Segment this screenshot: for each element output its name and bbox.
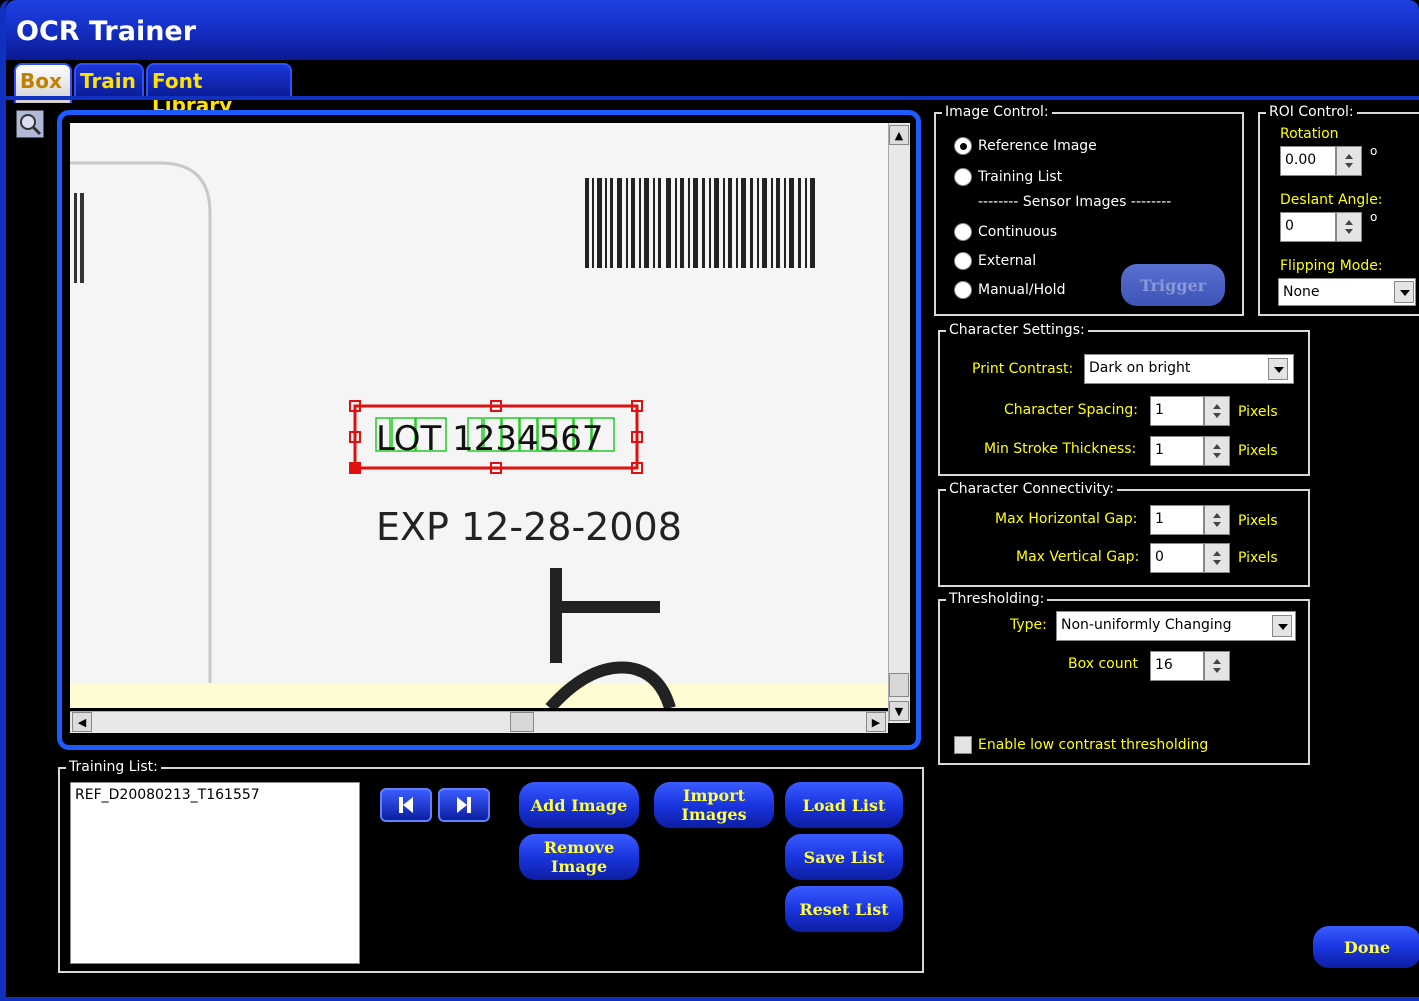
print-contrast-label: Print Contrast:: [972, 361, 1074, 377]
external-label: External: [978, 253, 1037, 269]
box-count-spinner[interactable]: [1204, 651, 1230, 681]
character-spacing-spinner[interactable]: [1204, 396, 1230, 426]
image-viewer: LOT 1234567 EXP 12-28-2008 ▲ ▼ ◀ ▶: [57, 110, 921, 750]
image-control-group: Image Control: Reference Image Training …: [934, 104, 1244, 316]
character-spacing-input[interactable]: 1: [1150, 396, 1204, 426]
max-vertical-gap-input[interactable]: 0: [1150, 543, 1204, 573]
horizontal-scroll-thumb[interactable]: [510, 712, 534, 732]
radio-training-list[interactable]: [954, 168, 972, 186]
box-count-label: Box count: [1068, 656, 1138, 672]
skip-forward-icon: [457, 797, 471, 813]
image-canvas-svg: LOT 1234567 EXP 12-28-2008: [70, 123, 888, 708]
deslant-spinner[interactable]: [1336, 212, 1362, 242]
deslant-degree-symbol: o: [1370, 210, 1378, 224]
flipping-label: Flipping Mode:: [1280, 258, 1383, 274]
magnifier-icon[interactable]: [16, 110, 44, 138]
box-count-input[interactable]: 16: [1150, 651, 1204, 681]
max-horizontal-gap-spinner[interactable]: [1204, 505, 1230, 535]
training-list-box[interactable]: REF_D20080213_T161557: [70, 782, 360, 964]
ocr-trainer-window: OCR Trainer Box Train Font Library LOT 1…: [0, 0, 1419, 1001]
vertical-scroll-thumb[interactable]: [889, 673, 909, 697]
character-spacing-label: Character Spacing:: [1004, 402, 1138, 418]
max-horizontal-gap-label: Max Horizontal Gap:: [995, 511, 1138, 527]
max-horizontal-gap-input[interactable]: 1: [1150, 505, 1204, 535]
character-settings-legend: Character Settings:: [946, 322, 1088, 338]
first-image-button[interactable]: [380, 788, 432, 822]
tab-train[interactable]: Train: [74, 63, 144, 99]
character-connectivity-group: Character Connectivity: Max Horizontal G…: [938, 481, 1310, 587]
print-contrast-dropdown-icon[interactable]: [1268, 358, 1288, 380]
min-stroke-input[interactable]: 1: [1150, 436, 1204, 466]
window-title: OCR Trainer: [16, 16, 197, 47]
low-contrast-checkbox[interactable]: [954, 736, 972, 754]
training-list-legend: Training List:: [66, 759, 161, 775]
vertical-scrollbar[interactable]: ▲ ▼: [888, 123, 910, 723]
vgap-units: Pixels: [1238, 550, 1278, 566]
spacing-units: Pixels: [1238, 404, 1278, 420]
max-vertical-gap-label: Max Vertical Gap:: [1016, 549, 1140, 565]
min-stroke-spinner[interactable]: [1204, 436, 1230, 466]
rotation-input[interactable]: 0.00: [1280, 146, 1336, 176]
low-contrast-label: Enable low contrast thresholding: [978, 737, 1209, 753]
done-button[interactable]: Done: [1313, 926, 1419, 968]
sensor-images-separator: -------- Sensor Images --------: [978, 194, 1172, 210]
image-control-legend: Image Control:: [942, 104, 1052, 120]
max-vertical-gap-spinner[interactable]: [1204, 543, 1230, 573]
deslant-input[interactable]: 0: [1280, 212, 1336, 242]
load-list-button[interactable]: Load List: [785, 782, 903, 828]
roi-control-legend: ROI Control:: [1266, 104, 1357, 120]
scroll-down-icon[interactable]: ▼: [889, 701, 909, 721]
trigger-button[interactable]: Trigger: [1121, 264, 1225, 306]
roi-control-group: ROI Control: Rotation 0.00 o Deslant Ang…: [1258, 104, 1419, 316]
rotation-spinner[interactable]: [1336, 146, 1362, 176]
lot-text: LOT 1234567: [376, 419, 604, 459]
scroll-up-icon[interactable]: ▲: [889, 125, 909, 145]
threshold-type-dropdown-icon[interactable]: [1272, 615, 1292, 637]
skip-back-icon: [399, 797, 413, 813]
scroll-right-icon[interactable]: ▶: [866, 712, 886, 732]
stroke-units: Pixels: [1238, 443, 1278, 459]
tab-divider: [6, 96, 1419, 100]
training-list-label: Training List: [978, 169, 1063, 185]
min-stroke-label: Min Stroke Thickness:: [984, 441, 1137, 457]
thresholding-group: Thresholding: Type: Non-uniformly Changi…: [938, 591, 1310, 765]
add-image-button[interactable]: Add Image: [519, 782, 639, 828]
next-image-button[interactable]: [438, 788, 490, 822]
radio-external[interactable]: [954, 252, 972, 270]
radio-reference-image[interactable]: [954, 137, 972, 155]
manual-hold-label: Manual/Hold: [978, 282, 1066, 298]
character-settings-group: Character Settings: Print Contrast: Dark…: [938, 322, 1310, 476]
radio-manual-hold[interactable]: [954, 281, 972, 299]
horizontal-scrollbar[interactable]: ◀ ▶: [70, 711, 888, 733]
reference-image-label: Reference Image: [978, 138, 1097, 154]
import-images-button[interactable]: Import Images: [654, 782, 774, 828]
hgap-units: Pixels: [1238, 513, 1278, 529]
type-label: Type:: [1010, 617, 1047, 633]
radio-continuous[interactable]: [954, 223, 972, 241]
rotation-label: Rotation: [1280, 126, 1339, 142]
thresholding-legend: Thresholding:: [946, 591, 1048, 607]
save-list-button[interactable]: Save List: [785, 834, 903, 880]
exp-text: EXP 12-28-2008: [376, 505, 682, 549]
reset-list-button[interactable]: Reset List: [785, 886, 903, 932]
rotation-degree-symbol: o: [1370, 144, 1378, 158]
character-connectivity-legend: Character Connectivity:: [946, 481, 1117, 497]
title-bar: OCR Trainer: [6, 0, 1419, 60]
reference-image[interactable]: LOT 1234567 EXP 12-28-2008: [70, 123, 888, 708]
threshold-type-select[interactable]: Non-uniformly Changing: [1056, 611, 1296, 641]
scroll-left-icon[interactable]: ◀: [72, 712, 92, 732]
print-contrast-select[interactable]: Dark on bright: [1084, 354, 1294, 384]
flipping-dropdown-icon[interactable]: [1394, 281, 1414, 303]
continuous-label: Continuous: [978, 224, 1058, 240]
list-item[interactable]: REF_D20080213_T161557: [75, 787, 355, 803]
tab-font-library[interactable]: Font Library: [146, 63, 292, 117]
deslant-label: Deslant Angle:: [1280, 192, 1383, 208]
remove-image-button[interactable]: Remove Image: [519, 834, 639, 880]
